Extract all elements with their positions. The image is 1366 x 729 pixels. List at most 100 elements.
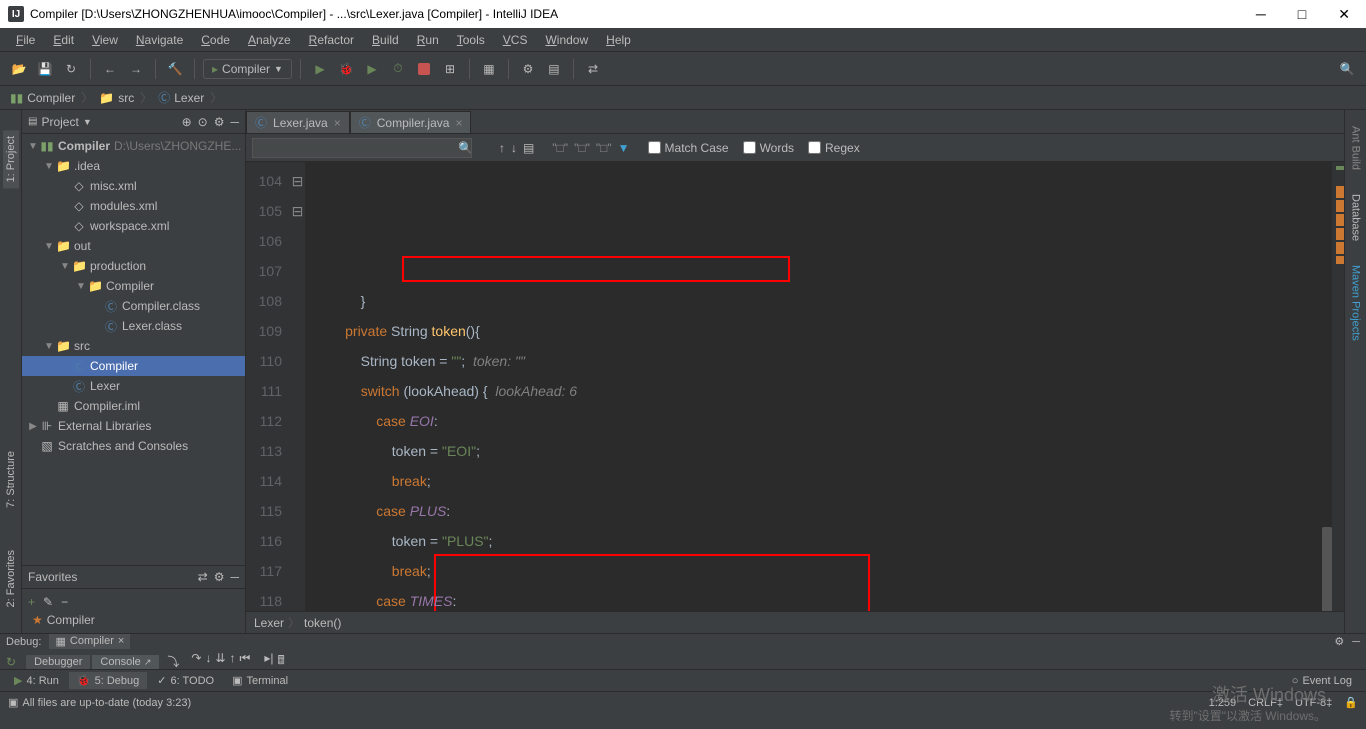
filter-icon[interactable]: ▼ — [618, 141, 630, 155]
code-line[interactable]: switch (lookAhead) { lookAhead: 6 — [314, 376, 1332, 406]
code-line[interactable]: case EOI: — [314, 406, 1332, 436]
menu-analyze[interactable]: Analyze — [240, 31, 299, 49]
hide-icon[interactable]: ─ — [230, 115, 239, 129]
sdk-icon[interactable]: ⇄ — [582, 58, 604, 80]
locate-icon[interactable]: ⊙ — [198, 115, 208, 129]
tree-item[interactable]: ⒸLexer — [22, 376, 245, 396]
remove-favorite-icon[interactable]: − — [61, 595, 68, 609]
menu-window[interactable]: Window — [537, 31, 596, 49]
close-button[interactable]: ✕ — [1330, 6, 1358, 23]
code-line[interactable]: private String token(){ — [314, 316, 1332, 346]
redo-icon[interactable]: → — [125, 58, 147, 80]
debug-button[interactable]: 🐞 — [335, 58, 357, 80]
match-case-checkbox[interactable]: Match Case — [648, 141, 729, 155]
toggle-case-icon[interactable]: "□" — [596, 141, 612, 155]
hide-icon[interactable]: ─ — [230, 570, 239, 584]
tool-project[interactable]: 1: Project — [3, 130, 19, 188]
lock-icon[interactable]: 🔒 — [1344, 696, 1358, 709]
project-tree[interactable]: ▼▮▮Compiler D:\Users\ZHONGZHE...▼📁.idea◇… — [22, 134, 245, 565]
code-line[interactable]: String token = ""; token: "" — [314, 346, 1332, 376]
tool-maven[interactable]: Maven Projects — [1348, 259, 1364, 347]
tree-external-libs[interactable]: ▶⊪External Libraries — [22, 416, 245, 436]
editor-tab[interactable]: ⒸLexer.java× — [246, 111, 350, 133]
tree-scratches[interactable]: ▧Scratches and Consoles — [22, 436, 245, 456]
undo-icon[interactable]: ← — [99, 58, 121, 80]
tab-debugger[interactable]: Debugger — [26, 655, 90, 669]
words-checkbox[interactable]: Words — [743, 141, 794, 155]
tool-structure[interactable]: 7: Structure — [3, 445, 19, 514]
regex-checkbox[interactable]: Regex — [808, 141, 860, 155]
edit-favorite-icon[interactable]: ✎ — [43, 595, 53, 609]
menu-file[interactable]: File — [8, 31, 43, 49]
drop-frame-icon[interactable]: ⏮ — [240, 651, 251, 672]
tool-debug[interactable]: 🐞5: Debug — [69, 672, 147, 689]
tool-ant[interactable]: Ant Build — [1348, 120, 1364, 176]
minimize-button[interactable]: ─ — [1248, 6, 1274, 23]
maximize-button[interactable]: □ — [1290, 6, 1314, 23]
menu-run[interactable]: Run — [409, 31, 447, 49]
crumb-class[interactable]: Lexer — [254, 616, 284, 630]
select-all-icon[interactable]: ▤ — [523, 141, 534, 155]
code-line[interactable]: break; — [314, 466, 1332, 496]
tool-todo[interactable]: ✓6: TODO — [149, 672, 222, 689]
breadcrumb-item[interactable]: 📁src — [93, 91, 140, 105]
menu-code[interactable]: Code — [193, 31, 238, 49]
evaluate-icon[interactable]: 🖩 — [277, 651, 284, 672]
menu-navigate[interactable]: Navigate — [128, 31, 191, 49]
code-line[interactable]: token = "EOI"; — [314, 436, 1332, 466]
step-icon[interactable]: ↷ — [191, 651, 201, 672]
tool-database[interactable]: Database — [1348, 188, 1364, 247]
gear-icon[interactable]: ⚙ — [1334, 635, 1344, 648]
tree-item[interactable]: ▼📁Compiler — [22, 276, 245, 296]
nav-icon[interactable]: ⇄ — [198, 570, 208, 584]
settings-icon[interactable]: ⚙ — [517, 58, 539, 80]
coverage-button[interactable]: ▶ — [361, 58, 383, 80]
select-occurrences-icon[interactable]: "□" — [574, 141, 590, 155]
run-configuration[interactable]: ▸ Compiler ▼ — [203, 59, 292, 79]
step-into-icon[interactable]: ↓ — [205, 651, 211, 672]
run-button[interactable]: ▶ — [309, 58, 331, 80]
menu-build[interactable]: Build — [364, 31, 407, 49]
menu-edit[interactable]: Edit — [45, 31, 82, 49]
menu-vcs[interactable]: VCS — [495, 31, 536, 49]
find-input[interactable] — [252, 138, 472, 158]
tree-item[interactable]: ▼📁.idea — [22, 156, 245, 176]
collapse-icon[interactable]: ⊕ — [182, 115, 192, 129]
search-icon[interactable]: 🔍 — [1336, 58, 1358, 80]
tree-item[interactable]: ◇workspace.xml — [22, 216, 245, 236]
debug-config[interactable]: ▦ Compiler × — [49, 634, 130, 649]
code-line[interactable]: token = "PLUS"; — [314, 526, 1332, 556]
menu-view[interactable]: View — [84, 31, 126, 49]
profile-button[interactable]: ⏱ — [387, 58, 409, 80]
gear-icon[interactable]: ⚙ — [214, 570, 225, 584]
error-stripe[interactable] — [1332, 162, 1344, 611]
editor-tab[interactable]: ⒸCompiler.java× — [350, 111, 472, 133]
tree-root[interactable]: ▼▮▮Compiler D:\Users\ZHONGZHE... — [22, 136, 245, 156]
structure-icon[interactable]: ▤ — [543, 58, 565, 80]
menu-help[interactable]: Help — [598, 31, 639, 49]
stop-button[interactable] — [413, 58, 435, 80]
vertical-scrollbar[interactable] — [1322, 527, 1332, 611]
debug-restart-icon[interactable]: ↻ — [6, 655, 16, 669]
tree-item[interactable]: ▼📁production — [22, 256, 245, 276]
code-line[interactable]: case PLUS: — [314, 496, 1332, 526]
add-selection-icon[interactable]: "□" — [552, 141, 568, 155]
tree-item[interactable]: ⒸLexer.class — [22, 316, 245, 336]
tree-item[interactable]: ◇modules.xml — [22, 196, 245, 216]
tree-item[interactable]: ◇misc.xml — [22, 176, 245, 196]
tool-favorites[interactable]: 2: Favorites — [3, 544, 19, 613]
tab-console[interactable]: Console ↗ — [92, 655, 159, 669]
add-favorite-icon[interactable]: + — [28, 595, 35, 609]
code-line[interactable]: break; — [314, 556, 1332, 586]
sync-icon[interactable]: ↻ — [60, 58, 82, 80]
layout-icon[interactable]: ▦ — [478, 58, 500, 80]
gear-icon[interactable]: ⚙ — [214, 115, 225, 129]
hide-icon[interactable]: ─ — [1352, 636, 1360, 648]
build-icon[interactable]: 🔨 — [164, 58, 186, 80]
prev-match-icon[interactable]: ↑ — [499, 141, 505, 155]
close-tab-icon[interactable]: × — [334, 116, 341, 130]
tree-item[interactable]: ⒸCompiler.class — [22, 296, 245, 316]
tool-run[interactable]: ▶4: Run — [6, 672, 67, 689]
code-line[interactable]: } — [314, 286, 1332, 316]
tree-item[interactable]: ▦Compiler.iml — [22, 396, 245, 416]
